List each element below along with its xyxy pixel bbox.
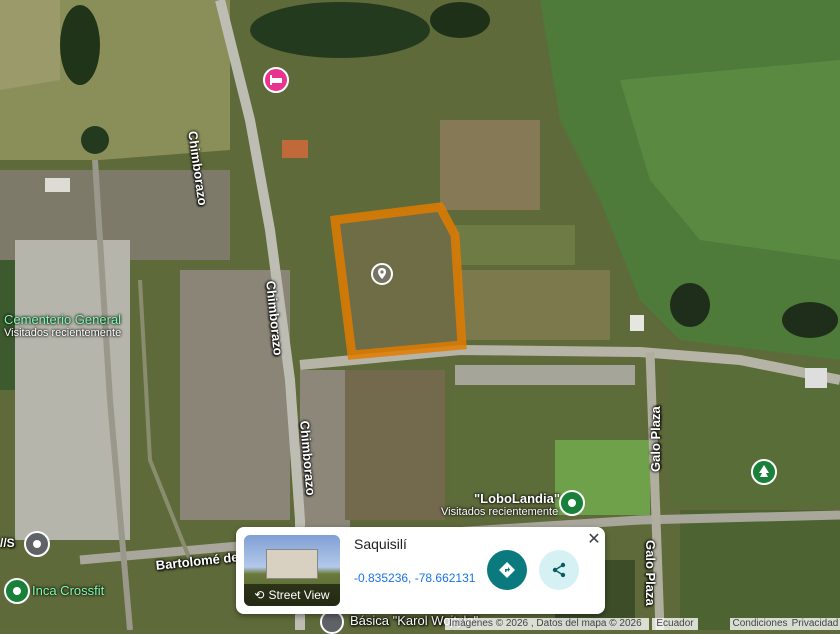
poi-sub-cementerio: Visitados recientemente: [4, 327, 122, 339]
street-view-thumbnail[interactable]: ⟲ Street View: [244, 535, 340, 606]
poi-label-lobolandia[interactable]: "LoboLandia": [474, 491, 560, 506]
location-pin-icon[interactable]: [371, 263, 393, 285]
footer-terms[interactable]: Condiciones: [730, 618, 790, 630]
road-label-cut-left: //S: [0, 536, 15, 550]
poi-label-cementerio[interactable]: Cementerio General: [4, 312, 121, 327]
street-view-button[interactable]: ⟲ Street View: [244, 584, 340, 606]
place-title: Saquisilí: [354, 536, 407, 552]
road-label-galo-plaza-south: Galo Plaza: [643, 540, 658, 606]
road-label-galo-plaza-north: Galo Plaza: [648, 406, 663, 472]
directions-icon: [499, 562, 515, 578]
selected-parcel-outline: [329, 202, 467, 360]
poi-label-inca[interactable]: Inca Crossfit: [32, 583, 104, 598]
place-coordinates[interactable]: -0.835236, -78.662131: [354, 571, 475, 585]
house-image: [266, 549, 318, 579]
footer-imagery: Imágenes © 2026 , Datos del mapa © 2026: [445, 618, 649, 630]
street-view-label: Street View: [268, 588, 330, 602]
footer-privacy[interactable]: Privacidad: [790, 618, 840, 630]
poi-pin-lobolandia-icon[interactable]: [559, 490, 585, 516]
hotel-icon[interactable]: [263, 67, 289, 93]
share-button[interactable]: [539, 550, 579, 590]
street-view-icon: ⟲: [254, 588, 265, 602]
place-info-card[interactable]: ⟲ Street View Saquisilí -0.835236, -78.6…: [236, 527, 605, 614]
directions-button[interactable]: [487, 550, 527, 590]
share-icon: [552, 562, 566, 578]
poi-sub-lobolandia: Visitados recientemente: [441, 506, 559, 518]
poi-pin-inca-icon[interactable]: [4, 578, 30, 604]
footer-country[interactable]: Ecuador: [652, 618, 698, 630]
close-icon[interactable]: ✕: [586, 529, 602, 548]
park-tree-icon[interactable]: [751, 459, 777, 485]
poi-pin-left-icon[interactable]: [24, 531, 50, 557]
